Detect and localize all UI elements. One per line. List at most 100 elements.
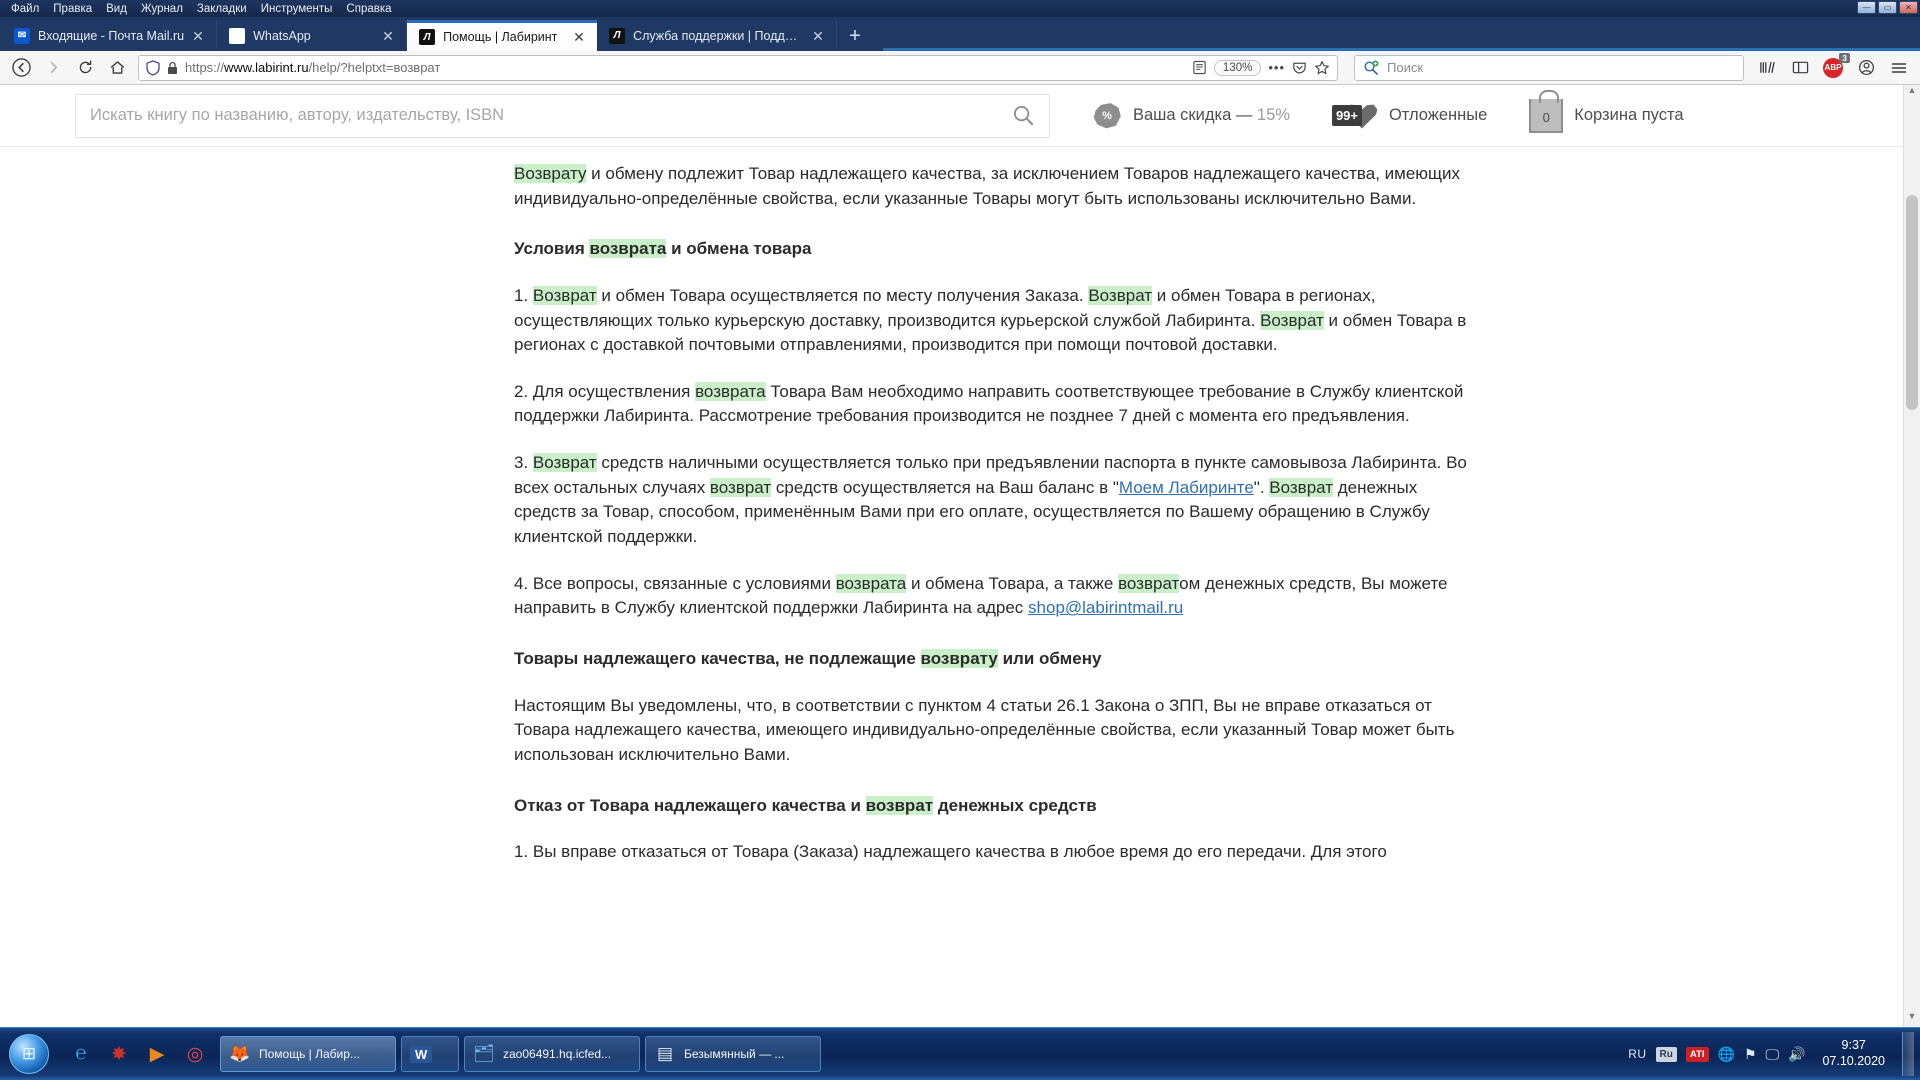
pocket-icon[interactable] <box>1292 60 1307 75</box>
reader-view-icon[interactable] <box>1192 60 1207 75</box>
sidebar-icon[interactable] <box>1785 54 1815 82</box>
internet-explorer-icon[interactable]: ℮ <box>64 1037 98 1071</box>
close-tab-icon[interactable]: ✕ <box>382 29 396 43</box>
close-tab-icon[interactable]: ✕ <box>192 29 206 43</box>
action-center-icon[interactable]: ⚑ <box>1744 1046 1757 1063</box>
highlight-term: Возврат <box>532 453 597 473</box>
menu-item-edit[interactable]: Правка <box>46 2 99 16</box>
my-labirint-link[interactable]: Моем Лабиринте <box>1119 478 1254 497</box>
menu-item-bookmarks[interactable]: Закладки <box>190 2 254 16</box>
help-article-container: Возврату и обмену подлежит Товар надлежа… <box>0 148 1920 1027</box>
adblock-badge-wrapper[interactable]: ABP 3 <box>1823 52 1850 78</box>
search-engine-icon[interactable] <box>1363 60 1379 76</box>
tracking-protection-icon[interactable] <box>146 59 160 76</box>
browser-tab-mail[interactable]: ✉ Входящие - Почта Mail.ru ✕ <box>2 20 218 51</box>
deferred-count: 99+ <box>1331 105 1363 126</box>
scroll-down-icon[interactable]: ▼ <box>1904 1011 1920 1027</box>
highlight-term: возврата <box>589 239 667 259</box>
hamburger-menu-icon[interactable] <box>1884 54 1914 82</box>
home-button[interactable] <box>102 54 132 82</box>
discount-label: Ваша скидка — 15% <box>1133 106 1290 124</box>
scroll-up-icon[interactable]: ▲ <box>1904 85 1920 101</box>
heart-icon: 99+ <box>1331 101 1378 131</box>
maximize-button[interactable]: ▭ <box>1878 1 1897 14</box>
taskbar-clock[interactable]: 9:37 07.10.2020 <box>1814 1038 1893 1069</box>
taskbar-item-notepad[interactable]: ▤ Безымянный — ... <box>645 1036 821 1072</box>
labirint-site-header: Искать книгу по названию, автору, издате… <box>0 85 1920 147</box>
taskbar-item-word[interactable]: W <box>401 1036 459 1072</box>
close-tab-icon[interactable]: ✕ <box>812 29 826 43</box>
taskbar-item-firefox[interactable]: 🦊 Помощь | Лабир... <box>220 1036 396 1072</box>
ati-catalyst-icon[interactable]: ATI <box>1685 1046 1709 1062</box>
browser-tab-whatsapp[interactable]: ✆ WhatsApp ✕ <box>217 20 408 51</box>
forward-button[interactable] <box>38 54 68 82</box>
folder-icon: 🗂 <box>473 1044 495 1063</box>
discount-value: 15% <box>1256 106 1290 124</box>
tab-title: WhatsApp <box>253 28 311 43</box>
highlight-term: Возврат <box>1260 310 1324 330</box>
firefox-menubar: Файл Правка Вид Журнал Закладки Инструме… <box>0 0 1920 17</box>
discount-widget[interactable]: % Ваша скидка — 15% <box>1092 102 1290 130</box>
lock-icon <box>167 61 178 75</box>
menu-item-tools[interactable]: Инструменты <box>254 2 340 16</box>
network-secure-icon[interactable]: 🌐 <box>1718 1046 1735 1063</box>
start-button[interactable]: ⊞ <box>2 1031 56 1077</box>
close-window-button[interactable]: ✕ <box>1899 1 1918 14</box>
highlight-term: возврат <box>709 477 772 497</box>
site-search-box[interactable]: Искать книгу по названию, автору, издате… <box>75 93 1050 138</box>
minimize-button[interactable]: — <box>1857 1 1876 14</box>
close-tab-icon[interactable]: ✕ <box>573 30 587 44</box>
adblock-label: ABP <box>1824 63 1842 72</box>
browser-tab-labirint-help[interactable]: Л Помощь | Лабиринт ✕ <box>407 20 598 51</box>
word-icon: W <box>410 1045 433 1063</box>
reload-button[interactable] <box>70 54 100 82</box>
browser-search-bar[interactable]: Поиск <box>1354 54 1744 81</box>
page-scrollbar[interactable]: ▲ ▼ <box>1903 85 1920 1027</box>
account-icon[interactable] <box>1851 54 1881 82</box>
volume-icon[interactable]: 🔊 <box>1788 1046 1805 1063</box>
opera-icon[interactable]: ◎ <box>178 1037 212 1071</box>
paragraph-intro: Возврату и обмену подлежит Товар надлежа… <box>514 164 1461 208</box>
browser-tab-support[interactable]: Л Служба поддержки | Поддер... ✕ <box>597 20 838 51</box>
cart-icon: 0 <box>1529 89 1564 133</box>
back-button[interactable] <box>6 54 36 82</box>
support-email-link[interactable]: shop@labirintmail.ru <box>1028 598 1183 617</box>
media-player-icon[interactable]: ▶ <box>140 1037 174 1071</box>
menu-item-view[interactable]: Вид <box>99 2 134 16</box>
page-actions-icon[interactable]: ••• <box>1268 60 1285 75</box>
highlight-term: Возврат <box>532 285 597 305</box>
menu-item-help[interactable]: Справка <box>339 2 398 16</box>
deferred-widget[interactable]: 99+ Отложенные <box>1331 101 1487 131</box>
punto-switcher-icon[interactable]: Ru <box>1655 1046 1677 1062</box>
adblock-plus-icon[interactable]: ABP 3 <box>1818 52 1850 82</box>
cart-count: 0 <box>1542 109 1550 125</box>
site-search-input[interactable]: Искать книгу по названию, автору, издате… <box>90 106 1012 125</box>
clock-time: 9:37 <box>1841 1038 1866 1053</box>
bookmark-star-icon[interactable] <box>1314 60 1330 76</box>
heading-refusal-and-refund: Отказ от Товара надлежащего качества и в… <box>514 795 1097 815</box>
highlight-term: возврата <box>695 381 766 401</box>
address-bar[interactable]: https://www.labirint.ru/help/?helptxt=во… <box>138 54 1338 81</box>
adblock-count-badge: 3 <box>1839 52 1850 63</box>
whatsapp-icon: ✆ <box>229 27 246 44</box>
library-icon[interactable] <box>1752 54 1782 82</box>
cart-widget[interactable]: 0 Корзина пуста <box>1529 89 1684 133</box>
show-desktop-button[interactable] <box>1902 1032 1914 1076</box>
menu-item-file[interactable]: Файл <box>4 2 46 16</box>
firefox-icon: 🦊 <box>229 1044 251 1063</box>
zoom-level-badge[interactable]: 130% <box>1213 59 1262 76</box>
scrollbar-thumb[interactable] <box>1906 195 1918 410</box>
menu-item-history[interactable]: Журнал <box>134 2 190 16</box>
taskbar-item-folder[interactable]: 🗂 zao06491.hq.icfed... <box>464 1036 640 1072</box>
clock-date: 07.10.2020 <box>1822 1054 1885 1068</box>
search-icon[interactable] <box>1012 104 1035 127</box>
highlight-term: возврат <box>865 795 934 815</box>
notepad-icon: ▤ <box>656 1044 674 1063</box>
system-tray: RU Ru ATI 🌐 ⚑ 🖵 🔊 9:37 07.10.2020 <box>1628 1032 1920 1076</box>
foxit-reader-icon[interactable]: ✸ <box>102 1037 136 1071</box>
taskbar-item-label: Безымянный — ... <box>684 1047 785 1061</box>
display-icon[interactable]: 🖵 <box>1766 1046 1780 1063</box>
search-input[interactable]: Поиск <box>1387 60 1423 75</box>
new-tab-button[interactable]: + <box>837 26 873 51</box>
language-indicator[interactable]: RU <box>1628 1047 1646 1061</box>
